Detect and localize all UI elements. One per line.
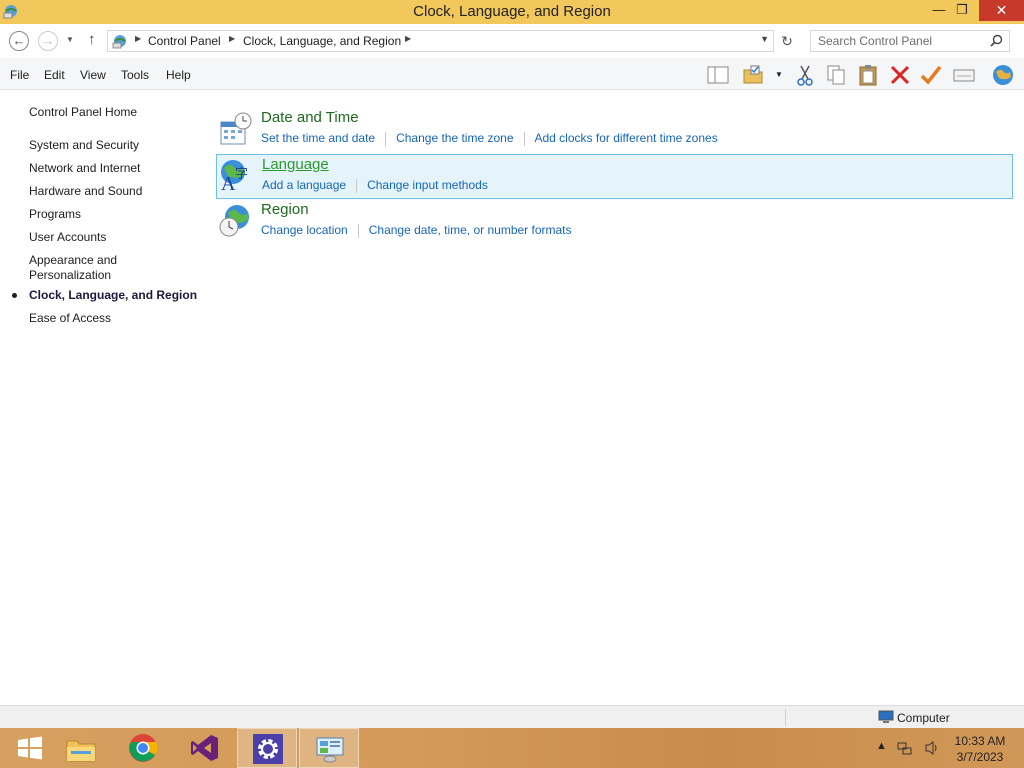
volume-icon[interactable] [925, 740, 939, 756]
forward-button[interactable]: → [38, 31, 58, 51]
link-divider [357, 223, 359, 238]
link-add-language[interactable]: Add a language [262, 178, 346, 192]
link-divider [523, 131, 525, 146]
link-divider [385, 131, 387, 146]
copy-icon[interactable] [824, 63, 848, 87]
title-bar: Clock, Language, and Region — ❐ ✕ [0, 0, 1024, 24]
link-change-input-methods[interactable]: Change input methods [367, 178, 488, 192]
breadcrumb-separator-icon[interactable]: ▶ [135, 34, 141, 43]
address-bar[interactable]: ▶ Control Panel ▶ Clock, Language, and R… [107, 30, 774, 52]
category-title-language[interactable]: Language [262, 156, 329, 173]
address-row: ← → ▼ ↑ ▶ Control Panel ▶ Clock, Languag… [0, 24, 1024, 59]
recent-locations-button[interactable]: ▼ [66, 35, 74, 44]
calendar-clock-icon [220, 112, 252, 145]
taskbar-chrome[interactable] [113, 728, 173, 768]
clock-time: 10:33 AM [954, 734, 1006, 748]
address-dropdown-icon[interactable]: ▼ [760, 34, 769, 44]
link-change-time-zone[interactable]: Change the time zone [396, 131, 513, 145]
link-divider [356, 178, 358, 193]
status-bar: Computer [0, 705, 1024, 728]
control-panel-icon [112, 35, 126, 49]
up-button[interactable]: ↑ [88, 31, 96, 48]
language-globe-icon: A 字 [221, 160, 248, 192]
taskbar: ▲ 10:33 AM 3/7/2023 [0, 728, 1024, 768]
sidebar-item-network[interactable]: Network and Internet [29, 161, 140, 176]
clock-date: 3/7/2023 [956, 750, 1004, 764]
restore-button[interactable]: ❐ [948, 0, 976, 21]
network-icon[interactable] [897, 740, 913, 756]
breadcrumb-current[interactable]: Clock, Language, and Region [243, 34, 401, 48]
sidebar-item-ease-of-access[interactable]: Ease of Access [29, 311, 111, 326]
menu-view[interactable]: View [80, 68, 106, 82]
organize-dropdown-icon[interactable]: ▼ [775, 70, 783, 79]
chrome-icon [129, 734, 158, 762]
preview-pane-icon[interactable] [706, 63, 730, 87]
menu-bar: File Edit View Tools Help ▼ [0, 59, 1024, 90]
taskbar-control-panel[interactable] [299, 728, 359, 768]
sidebar-item-programs[interactable]: Programs [29, 207, 81, 222]
category-links: Add a language Change input methods [262, 178, 488, 193]
delete-icon[interactable] [888, 63, 912, 87]
sidebar-item-hardware[interactable]: Hardware and Sound [29, 184, 142, 199]
menu-help[interactable]: Help [166, 68, 191, 82]
search-input[interactable] [818, 32, 988, 50]
region-globe-clock-icon [219, 205, 249, 237]
system-clock[interactable]: 10:33 AM 3/7/2023 [948, 733, 1012, 765]
cut-icon[interactable] [793, 63, 817, 87]
sidebar: Control Panel Home System and Security N… [0, 90, 205, 705]
category-links: Set the time and date Change the time zon… [261, 131, 718, 146]
sidebar-item-appearance[interactable]: Appearance and Personalization [29, 253, 134, 283]
control-panel-icon [316, 737, 344, 763]
start-icon [18, 736, 42, 760]
globe-icon[interactable] [991, 63, 1015, 87]
sidebar-item-home[interactable]: Control Panel Home [29, 105, 137, 120]
computer-icon [878, 710, 894, 723]
refresh-button[interactable]: ↻ [777, 30, 797, 52]
taskbar-settings[interactable] [237, 728, 297, 768]
menu-tools[interactable]: Tools [121, 68, 149, 82]
show-hidden-icons-icon[interactable]: ▲ [876, 740, 887, 752]
taskbar-visual-studio[interactable] [175, 728, 235, 768]
settings-gear-icon [253, 734, 283, 764]
svg-text:字: 字 [235, 166, 248, 181]
category-links: Change location Change date, time, or num… [261, 223, 572, 238]
category-title-date-time[interactable]: Date and Time [261, 109, 359, 126]
category-region: Region Change location Change date, time,… [216, 200, 1013, 245]
link-add-clocks[interactable]: Add clocks for different time zones [535, 131, 718, 145]
organize-folder-icon[interactable] [742, 63, 766, 87]
current-item-bullet-icon [12, 293, 17, 298]
check-icon[interactable] [919, 63, 943, 87]
window-title: Clock, Language, and Region [413, 3, 611, 20]
search-box[interactable] [810, 30, 1010, 52]
status-divider [785, 709, 786, 726]
paste-icon[interactable] [856, 63, 880, 87]
category-date-time: Date and Time Set the time and date Chang… [216, 108, 1013, 153]
search-icon[interactable] [990, 34, 1003, 47]
link-change-location[interactable]: Change location [261, 223, 348, 237]
menu-edit[interactable]: Edit [44, 68, 65, 82]
sidebar-item-user-accounts[interactable]: User Accounts [29, 230, 106, 245]
visual-studio-icon [191, 735, 218, 761]
sidebar-item-clock-language-region: Clock, Language, and Region [29, 288, 198, 302]
properties-icon[interactable] [952, 63, 976, 87]
breadcrumb-control-panel[interactable]: Control Panel [148, 34, 221, 48]
sidebar-item-system-security[interactable]: System and Security [29, 138, 139, 153]
breadcrumb-separator-icon[interactable]: ▶ [405, 34, 411, 43]
category-language: A 字 Language Add a language Change input … [216, 154, 1013, 199]
taskbar-file-explorer[interactable] [50, 728, 110, 768]
link-change-formats[interactable]: Change date, time, or number formats [369, 223, 572, 237]
menu-file[interactable]: File [10, 68, 29, 82]
back-button[interactable]: ← [9, 31, 29, 51]
breadcrumb-separator-icon[interactable]: ▶ [229, 34, 235, 43]
category-title-region[interactable]: Region [261, 201, 309, 218]
close-button[interactable]: ✕ [979, 0, 1024, 21]
status-computer-label: Computer [897, 711, 950, 725]
link-set-time-date[interactable]: Set the time and date [261, 131, 375, 145]
svg-text:A: A [221, 173, 236, 192]
file-explorer-icon [66, 740, 96, 762]
